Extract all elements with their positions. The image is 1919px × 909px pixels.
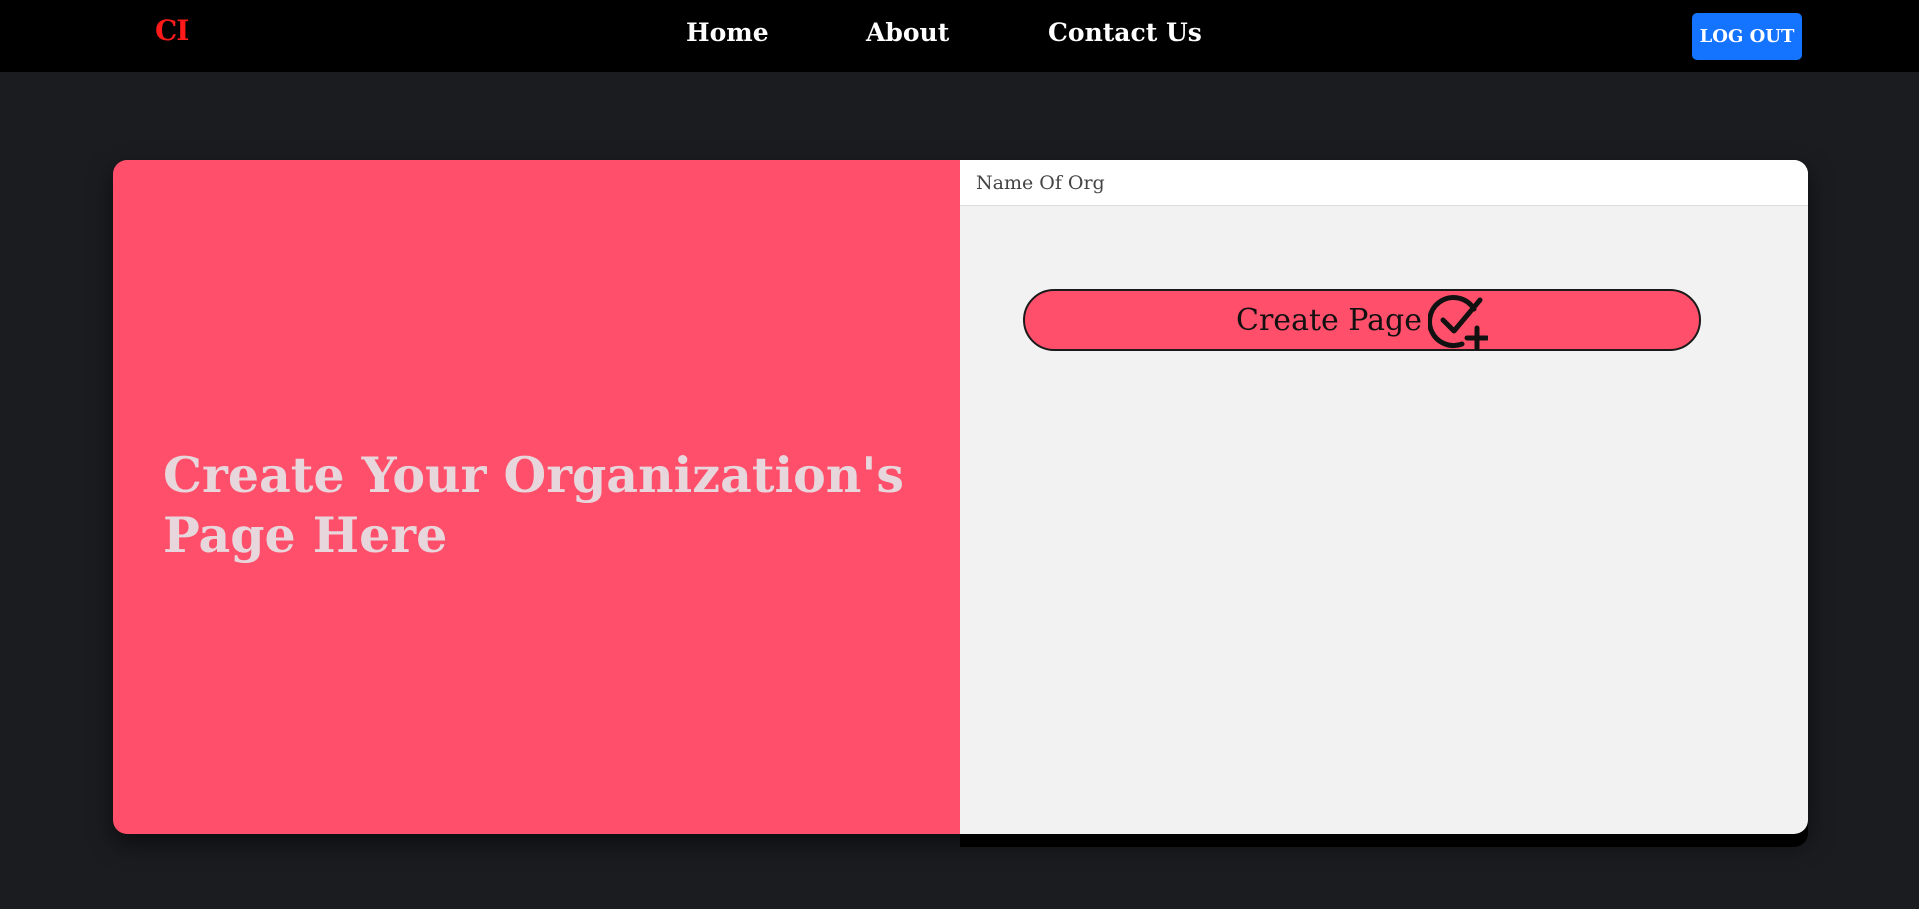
create-page-label: Create Page [1236,302,1422,338]
create-org-card: Create Your Organization's Page Here Cre… [113,160,1808,834]
logo[interactable]: CI [155,14,189,47]
nav-link-about[interactable]: About [866,18,949,47]
hero-title: Create Your Organization's Page Here [163,446,904,564]
nav-link-home[interactable]: Home [686,18,769,47]
hero-panel: Create Your Organization's Page Here [113,160,960,834]
nav-link-contact-us[interactable]: Contact Us [1048,18,1202,47]
create-page-button[interactable]: Create Page [1023,289,1701,351]
top-navbar: CI Home About Contact Us LOG OUT [0,0,1919,72]
org-name-input[interactable] [960,160,1808,206]
logout-button[interactable]: LOG OUT [1692,13,1802,60]
form-panel: Create Page [960,160,1808,834]
check-circle-plus-icon [1427,295,1488,350]
